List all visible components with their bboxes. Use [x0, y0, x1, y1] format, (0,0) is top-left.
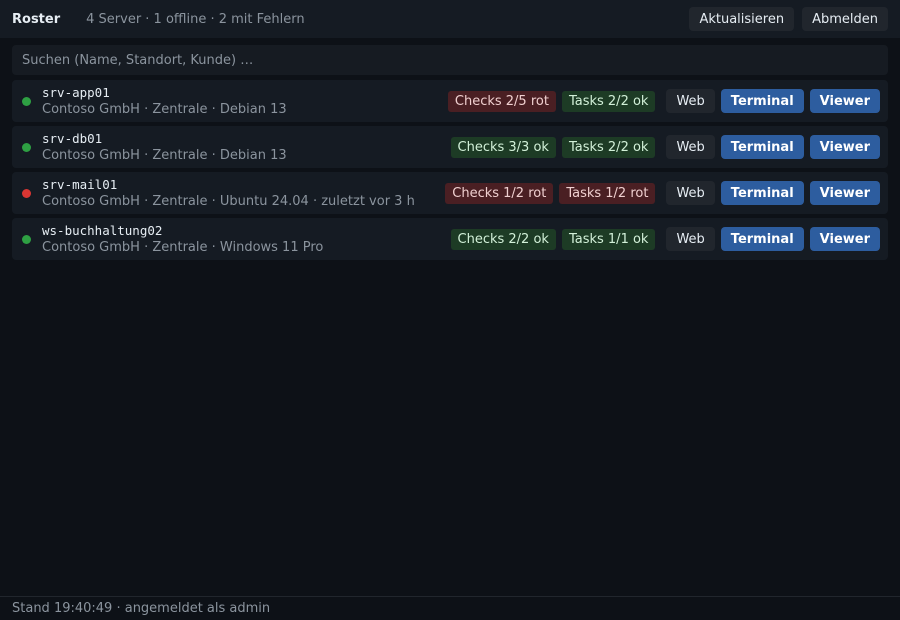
tasks-badge: Tasks 1/1 ok	[561, 228, 656, 250]
server-meta: Contoso GmbH · Zentrale · Debian 13	[42, 101, 287, 117]
web-button[interactable]: Web	[666, 89, 715, 113]
server-name: srv-db01	[42, 130, 103, 146]
web-button[interactable]: Web	[666, 135, 715, 159]
server-info: srv-mail01 Contoso GmbH · Zentrale · Ubu…	[42, 176, 439, 211]
status-online-dot	[22, 96, 31, 106]
server-info: ws-buchhaltung02 Contoso GmbH · Zentrale…	[42, 222, 445, 257]
terminal-button[interactable]: Terminal	[720, 135, 804, 159]
checks-badge: Checks 1/2 rot	[445, 182, 554, 204]
viewer-button[interactable]: Viewer	[809, 135, 880, 159]
server-info: srv-app01 Contoso GmbH · Zentrale · Debi…	[42, 84, 442, 119]
server-meta: Contoso GmbH · Zentrale · Windows 11 Pro	[42, 239, 324, 255]
terminal-button[interactable]: Terminal	[720, 89, 804, 113]
server-list: srv-app01 Contoso GmbH · Zentrale · Debi…	[12, 80, 888, 264]
server-summary: 4 Server · 1 offline · 2 mit Fehlern	[86, 11, 305, 27]
checks-badge: Checks 3/3 ok	[450, 136, 556, 158]
server-name: srv-app01	[42, 84, 110, 100]
server-name: srv-mail01	[42, 176, 118, 192]
server-row: ws-buchhaltung02 Contoso GmbH · Zentrale…	[12, 218, 888, 260]
app-title: Roster	[12, 11, 61, 27]
viewer-button[interactable]: Viewer	[809, 89, 880, 113]
server-meta: Contoso GmbH · Zentrale · Debian 13	[42, 147, 287, 163]
server-info: srv-db01 Contoso GmbH · Zentrale · Debia…	[42, 130, 445, 165]
checks-badge: Checks 2/5 rot	[447, 90, 556, 112]
tasks-badge: Tasks 1/2 rot	[559, 182, 656, 204]
checks-badge: Checks 2/2 ok	[450, 228, 556, 250]
search-input[interactable]: Suchen (Name, Standort, Kunde) …	[12, 45, 888, 75]
status-online-dot	[22, 142, 31, 152]
logout-button[interactable]: Abmelden	[802, 7, 888, 31]
status-footer: Stand 19:40:49 · angemeldet als admin	[0, 596, 900, 620]
status-online-dot	[22, 234, 31, 244]
footer-status: Stand 19:40:49 · angemeldet als admin	[12, 601, 271, 616]
server-row: srv-app01 Contoso GmbH · Zentrale · Debi…	[12, 80, 888, 122]
refresh-button[interactable]: Aktualisieren	[689, 7, 795, 31]
terminal-button[interactable]: Terminal	[720, 181, 804, 205]
viewer-button[interactable]: Viewer	[809, 227, 880, 251]
web-button[interactable]: Web	[666, 227, 715, 251]
server-meta: Contoso GmbH · Zentrale · Ubuntu 24.04 ·…	[42, 193, 415, 209]
server-name: ws-buchhaltung02	[42, 222, 163, 238]
viewer-button[interactable]: Viewer	[809, 181, 880, 205]
status-offline-dot	[22, 188, 31, 198]
server-row: srv-mail01 Contoso GmbH · Zentrale · Ubu…	[12, 172, 888, 214]
server-row: srv-db01 Contoso GmbH · Zentrale · Debia…	[12, 126, 888, 168]
tasks-badge: Tasks 2/2 ok	[561, 90, 656, 112]
tasks-badge: Tasks 2/2 ok	[561, 136, 656, 158]
web-button[interactable]: Web	[666, 181, 715, 205]
terminal-button[interactable]: Terminal	[720, 227, 804, 251]
top-bar: Roster 4 Server · 1 offline · 2 mit Fehl…	[0, 0, 900, 38]
